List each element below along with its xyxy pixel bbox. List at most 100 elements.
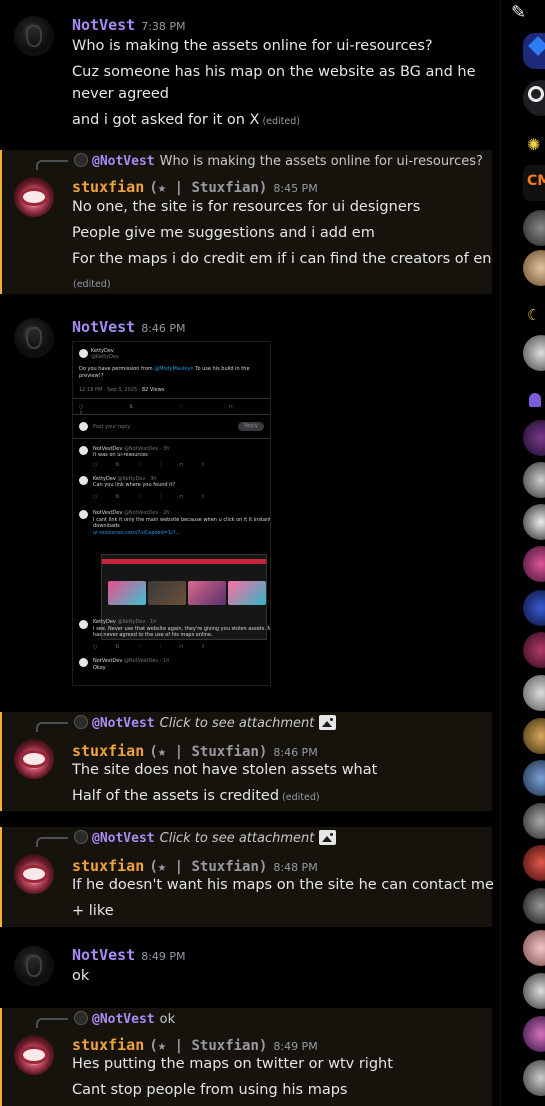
site-banner <box>102 559 266 564</box>
sun-server-icon[interactable]: ✺ <box>527 135 540 154</box>
message-line: and i got asked for it on X (edited) <box>72 112 300 128</box>
blue-diamond-server-icon[interactable] <box>523 33 545 69</box>
reply-avatar <box>79 446 88 455</box>
server-avatar[interactable] <box>523 973 545 1009</box>
message-line: If he doesn't want his maps on the site … <box>72 877 494 893</box>
server-avatar[interactable] <box>523 888 545 924</box>
server-avatar[interactable] <box>523 1060 545 1096</box>
author-tag: (★ | Stuxfian) <box>149 180 268 196</box>
message-stuxfian-reply-1: @NotVest Who is making the assets online … <box>0 150 492 294</box>
reply-preview[interactable]: @NotVest ok <box>74 1011 175 1027</box>
message-header: stuxfian (★ | Stuxfian) 8:46 PM <box>72 741 318 760</box>
cm-server-icon[interactable]: CM <box>523 165 545 201</box>
author-name[interactable]: NotVest <box>72 946 135 964</box>
reply-author[interactable]: @NotVest <box>92 831 155 846</box>
avatar[interactable] <box>14 739 54 779</box>
reply-avatar <box>74 830 88 844</box>
moon-server-icon[interactable]: ☾ <box>527 306 540 324</box>
purple-user-server-icon[interactable] <box>529 393 541 407</box>
message-line: Cuz someone has his map on the website a… <box>72 64 476 80</box>
message-line: People give me suggestions and i add em <box>72 225 375 241</box>
tweet-text-part: To use his build in the <box>195 366 250 372</box>
server-avatar[interactable] <box>523 1016 545 1052</box>
author-name[interactable]: stuxfian <box>72 1036 144 1054</box>
server-avatar[interactable] <box>523 930 545 966</box>
server-rail: ✎ ✺ CM ☾ <box>500 0 545 1106</box>
avatar[interactable] <box>14 854 54 894</box>
reply-text-line: downloads <box>93 523 120 529</box>
server-avatar[interactable] <box>523 420 545 456</box>
message-notvest-1: NotVest 7:38 PM Who is making the assets … <box>0 8 492 136</box>
tweet-meta: 12:18 PM · Sep 3, 2025 · 82 Views <box>79 387 264 393</box>
author-name[interactable]: stuxfian <box>72 178 144 196</box>
message-line: The site does not have stolen assets wha… <box>72 762 378 778</box>
timestamp: 8:46 PM <box>141 322 186 335</box>
server-avatar[interactable] <box>523 546 545 582</box>
tweet-mention: @MistyMauleyn <box>154 366 194 372</box>
server-avatar[interactable] <box>523 250 545 286</box>
author-name[interactable]: NotVest <box>72 16 135 34</box>
timestamp: 8:46 PM <box>273 746 318 759</box>
author-name[interactable]: stuxfian <box>72 857 144 875</box>
tweet-text-part: Do you have permission from <box>79 366 153 372</box>
message-header: NotVest 8:46 PM <box>72 317 186 336</box>
avatar[interactable] <box>14 177 54 217</box>
server-avatar[interactable] <box>523 675 545 711</box>
tweet-text-line: preview!? <box>79 373 104 379</box>
reply-preview[interactable]: @NotVest Click to see attachment <box>74 715 337 731</box>
message-line: ok <box>72 968 90 984</box>
ring-server-icon[interactable] <box>523 80 545 116</box>
message-line: Hes putting the maps on twitter or wtv r… <box>72 1056 393 1072</box>
server-avatar[interactable] <box>523 760 545 796</box>
reply-spine <box>36 160 68 170</box>
server-avatar[interactable] <box>523 335 545 371</box>
server-avatar[interactable] <box>523 845 545 881</box>
message-header: stuxfian (★ | Stuxfian) 8:48 PM <box>72 856 318 875</box>
author-tag: (★ | Stuxfian) <box>149 744 268 760</box>
map-thumbnail <box>108 581 146 605</box>
timestamp: 7:38 PM <box>141 20 186 33</box>
avatar[interactable] <box>14 16 54 56</box>
message-header: stuxfian (★ | Stuxfian) 8:45 PM <box>72 177 318 196</box>
author-name[interactable]: stuxfian <box>72 742 144 760</box>
image-icon <box>319 830 337 845</box>
server-avatar[interactable] <box>523 803 545 839</box>
reply-avatar <box>79 620 88 629</box>
tweet-views: 82 Views <box>141 387 165 393</box>
avatar[interactable] <box>14 318 54 358</box>
reply-author[interactable]: @NotVest <box>92 716 155 731</box>
server-avatar[interactable] <box>523 504 545 540</box>
edited-label: (edited) <box>73 279 111 290</box>
author-name[interactable]: NotVest <box>72 318 135 336</box>
reply-avatar <box>79 658 88 667</box>
timestamp: 8:45 PM <box>273 182 318 195</box>
image-attachment[interactable]: KettyDev @KettyDev Do you have permissio… <box>72 341 271 686</box>
reply-preview[interactable]: @NotVest Who is making the assets online … <box>74 153 483 169</box>
server-avatar[interactable] <box>523 210 545 246</box>
reply-author[interactable]: @NotVest <box>92 154 155 169</box>
message-header: NotVest 7:38 PM <box>72 15 186 34</box>
server-avatar[interactable] <box>523 718 545 754</box>
reply-avatar <box>79 476 88 485</box>
server-avatar[interactable] <box>523 462 545 498</box>
pen-icon[interactable]: ✎ <box>511 2 526 23</box>
avatar[interactable] <box>14 1035 54 1075</box>
reply-preview[interactable]: @NotVest Click to see attachment <box>74 830 337 846</box>
message-text: and i got asked for it on X <box>72 112 260 128</box>
message-line: No one, the site is for resources for ui… <box>72 199 421 215</box>
map-thumbnail <box>148 581 186 605</box>
reply-author[interactable]: @NotVest <box>92 1012 155 1027</box>
server-avatar[interactable] <box>523 632 545 668</box>
reply-text: Okay <box>93 665 106 671</box>
message-line: never agreed <box>72 86 169 102</box>
reply-actions: ○⇅♡⫶⊓⇧ <box>93 494 224 500</box>
avatar[interactable] <box>14 946 54 986</box>
message-notvest-3: NotVest 8:49 PM ok <box>0 940 492 990</box>
message-stuxfian-reply-4: @NotVest ok stuxfian (★ | Stuxfian) 8:49 P… <box>0 1008 492 1106</box>
edited-label: (edited) <box>262 116 300 127</box>
server-avatar[interactable] <box>523 590 545 626</box>
tweet-date: 12:18 PM · Sep 3, 2025 · <box>79 387 141 393</box>
cm-label: CM <box>527 173 545 189</box>
reply-author: NotVestDev <box>93 510 123 516</box>
reply-avatar <box>74 715 88 729</box>
